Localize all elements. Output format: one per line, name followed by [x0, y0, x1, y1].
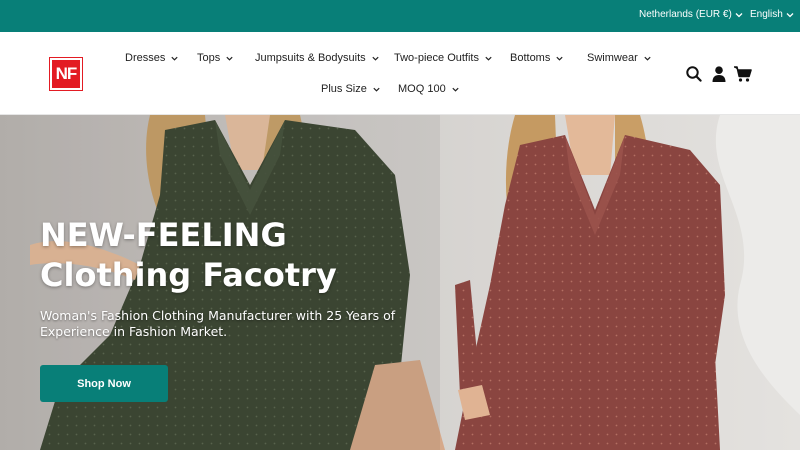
chevron-down-icon [556, 56, 563, 61]
chevron-down-icon [644, 56, 651, 61]
country-selector-label: Netherlands (EUR €) [639, 9, 732, 20]
site-header: NF Dresses Tops Jumpsuits & Bodysuits Tw… [0, 32, 800, 115]
chevron-down-icon [786, 13, 794, 18]
account-icon[interactable] [710, 65, 728, 83]
hero-banner: NEW-FEELING Clothing Facotry Woman's Fas… [0, 115, 800, 450]
chevron-down-icon [226, 56, 233, 61]
hero-title: NEW-FEELING Clothing Facotry [40, 215, 337, 295]
nav-item-bottoms[interactable]: Bottoms [510, 51, 564, 65]
nav-item-label: Dresses [125, 52, 166, 64]
nav-item-label: Plus Size [321, 83, 367, 95]
nav-item-label: Two-piece Outfits [394, 52, 479, 64]
nav-item-swimwear[interactable]: Swimwear [587, 51, 652, 65]
language-selector[interactable]: English [750, 9, 795, 21]
nav-item-dresses[interactable]: Dresses [125, 51, 179, 65]
nav-item-tops[interactable]: Tops [197, 51, 234, 65]
chevron-down-icon [485, 56, 492, 61]
chevron-down-icon [372, 56, 379, 61]
chevron-down-icon [735, 13, 743, 18]
announcement-bar: Netherlands (EUR €) English [0, 0, 800, 32]
nav-item-label: Bottoms [510, 52, 551, 64]
language-selector-label: English [750, 9, 783, 20]
nav-item-label: Swimwear [587, 52, 638, 64]
chevron-down-icon [171, 56, 178, 61]
nav-item-two-piece[interactable]: Two-piece Outfits [394, 51, 493, 65]
hero-title-line2: Clothing Facotry [40, 256, 337, 294]
nav-item-label: Tops [197, 52, 221, 64]
search-icon[interactable] [685, 65, 703, 83]
nav-item-jumpsuits[interactable]: Jumpsuits & Bodysuits [255, 51, 380, 65]
country-currency-selector[interactable]: Netherlands (EUR €) [639, 9, 744, 21]
chevron-down-icon [373, 87, 380, 92]
nav-item-label: Jumpsuits & Bodysuits [255, 52, 366, 64]
shop-now-button[interactable]: Shop Now [40, 365, 168, 402]
cart-icon[interactable] [733, 65, 753, 83]
nav-item-moq[interactable]: MOQ 100 [398, 82, 460, 96]
shop-now-label: Shop Now [77, 377, 131, 390]
nav-item-label: MOQ 100 [398, 83, 446, 95]
nav-item-plus-size[interactable]: Plus Size [321, 82, 381, 96]
logo-text: NF [55, 64, 78, 83]
chevron-down-icon [452, 87, 459, 92]
logo[interactable]: NF [49, 57, 83, 91]
hero-subtitle: Woman's Fashion Clothing Manufacturer wi… [40, 308, 396, 339]
hero-title-line1: NEW-FEELING [40, 216, 287, 254]
